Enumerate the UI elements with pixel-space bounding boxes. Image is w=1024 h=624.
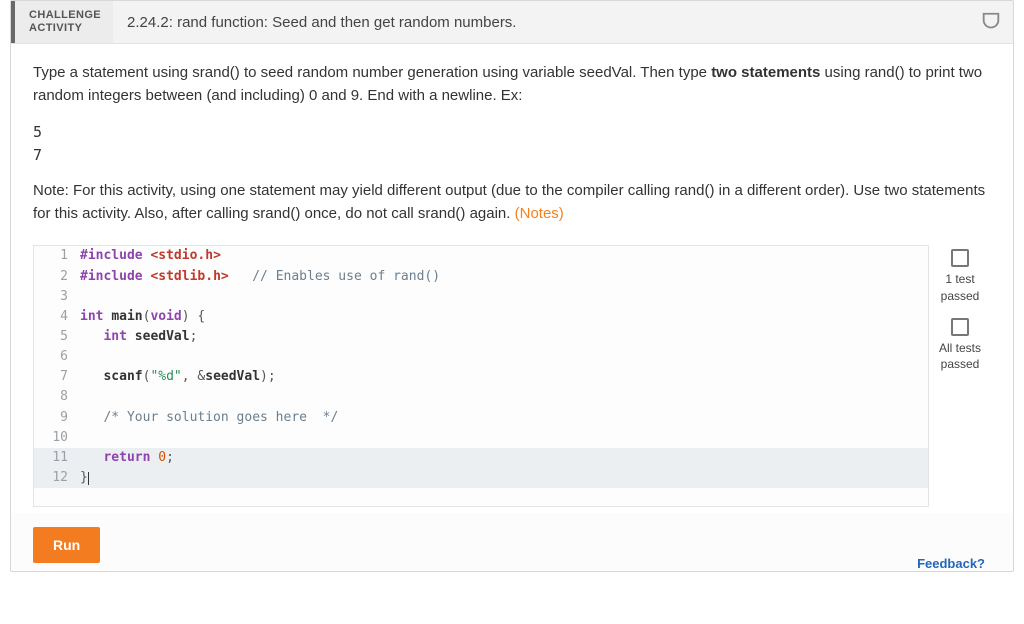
status-label: passed <box>929 288 991 304</box>
code-line[interactable]: 5 int seedVal; <box>34 327 928 347</box>
line-number: 8 <box>34 387 76 407</box>
code-line[interactable]: 3 <box>34 287 928 307</box>
code-content[interactable]: scanf("%d", &seedVal); <box>76 367 928 387</box>
activity-title: 2.24.2: rand function: Seed and then get… <box>113 1 969 43</box>
line-number: 11 <box>34 448 76 468</box>
feedback-link[interactable]: Feedback? <box>917 556 985 571</box>
text-cursor <box>88 472 89 485</box>
instructions-bold: two statements <box>711 64 820 81</box>
badge-line2: ACTIVITY <box>29 22 101 35</box>
test-status-sidebar: 1 test passed All tests passed <box>929 245 991 386</box>
code-editor[interactable]: 1#include <stdio.h>2#include <stdlib.h> … <box>33 245 929 507</box>
status-label: All tests <box>929 340 991 356</box>
code-line[interactable]: 6 <box>34 347 928 367</box>
status-label: passed <box>929 356 991 372</box>
line-number: 2 <box>34 267 76 287</box>
line-number: 5 <box>34 327 76 347</box>
code-content[interactable]: } <box>76 468 928 488</box>
code-line[interactable]: 2#include <stdlib.h> // Enables use of r… <box>34 267 928 287</box>
code-content[interactable]: /* Your solution goes here */ <box>76 408 928 428</box>
line-number: 7 <box>34 367 76 387</box>
code-line[interactable]: 9 /* Your solution goes here */ <box>34 408 928 428</box>
code-line[interactable]: 12} <box>34 468 928 488</box>
code-line[interactable]: 7 scanf("%d", &seedVal); <box>34 367 928 387</box>
checkbox-icon <box>951 318 969 336</box>
code-content[interactable]: int seedVal; <box>76 327 928 347</box>
line-number: 9 <box>34 408 76 428</box>
code-content[interactable]: int main(void) { <box>76 307 928 327</box>
line-number: 10 <box>34 428 76 448</box>
line-number: 6 <box>34 347 76 367</box>
line-number: 12 <box>34 468 76 488</box>
one-test-status: 1 test passed <box>929 249 991 303</box>
code-line[interactable]: 8 <box>34 387 928 407</box>
all-tests-status: All tests passed <box>929 318 991 372</box>
example-output: 5 7 <box>33 121 991 166</box>
badge-line1: CHALLENGE <box>29 9 101 22</box>
activity-type-badge: CHALLENGE ACTIVITY <box>11 1 113 43</box>
code-line[interactable]: 11 return 0; <box>34 448 928 468</box>
code-content[interactable]: #include <stdio.h> <box>76 246 928 266</box>
example-line: 7 <box>33 144 991 167</box>
line-number: 1 <box>34 246 76 266</box>
example-line: 5 <box>33 121 991 144</box>
line-number: 3 <box>34 287 76 307</box>
activity-header: CHALLENGE ACTIVITY 2.24.2: rand function… <box>11 1 1013 44</box>
status-label: 1 test <box>929 271 991 287</box>
save-pocket-icon[interactable] <box>969 1 1013 43</box>
code-line[interactable]: 10 <box>34 428 928 448</box>
note-body: Note: For this activity, using one state… <box>33 182 985 222</box>
notes-link[interactable]: (Notes) <box>515 205 564 222</box>
instructions: Type a statement using srand() to seed r… <box>33 62 991 107</box>
checkbox-icon <box>951 249 969 267</box>
activity-body: Type a statement using srand() to seed r… <box>11 44 1013 513</box>
code-line[interactable]: 4int main(void) { <box>34 307 928 327</box>
code-content[interactable]: return 0; <box>76 448 928 468</box>
line-number: 4 <box>34 307 76 327</box>
run-button[interactable]: Run <box>33 527 100 563</box>
code-line[interactable]: 1#include <stdio.h> <box>34 246 928 266</box>
note: Note: For this activity, using one state… <box>33 180 991 225</box>
code-content[interactable]: #include <stdlib.h> // Enables use of ra… <box>76 267 928 287</box>
instructions-text-1: Type a statement using srand() to seed r… <box>33 64 711 81</box>
